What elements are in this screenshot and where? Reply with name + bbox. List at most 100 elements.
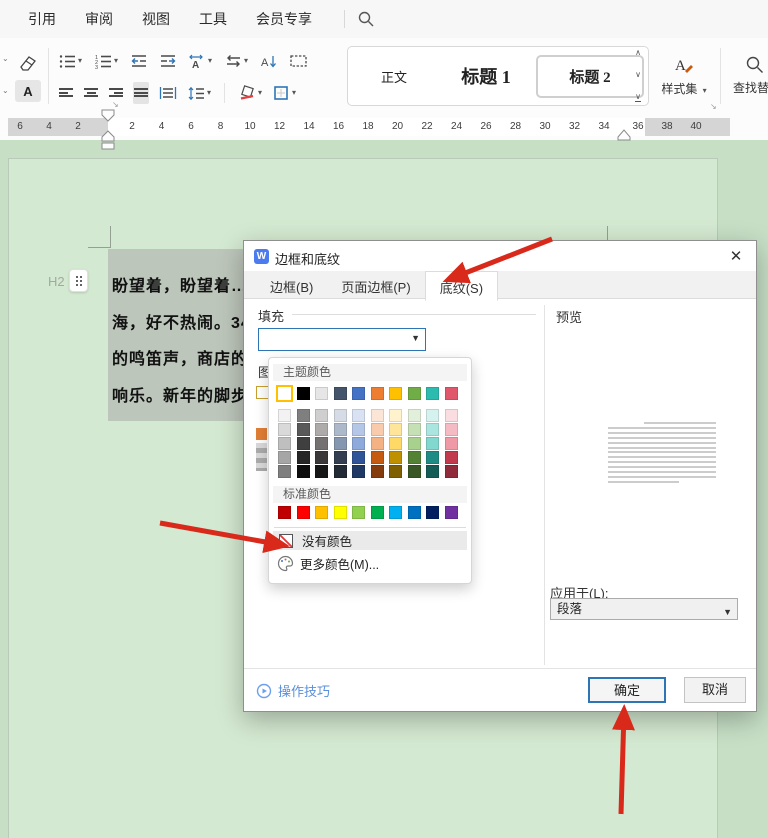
- color-swatch[interactable]: [315, 437, 328, 450]
- color-swatch[interactable]: [278, 451, 291, 464]
- color-swatch[interactable]: [426, 451, 439, 464]
- text-frame-button[interactable]: [289, 50, 308, 72]
- color-swatch[interactable]: [426, 423, 439, 436]
- tips-link[interactable]: 操作技巧: [256, 681, 330, 700]
- gallery-scroll-down-icon[interactable]: ∨: [635, 70, 641, 79]
- color-swatch[interactable]: [389, 437, 402, 450]
- dialog-titlebar[interactable]: W 边框和底纹 ✕: [244, 241, 756, 271]
- line-spacing-button[interactable]: ▾: [187, 82, 212, 104]
- color-swatch[interactable]: [278, 423, 291, 436]
- color-swatch[interactable]: [334, 409, 347, 422]
- color-swatch[interactable]: [278, 437, 291, 450]
- color-swatch[interactable]: [389, 387, 402, 400]
- color-swatch[interactable]: [371, 465, 384, 478]
- style-set-button[interactable]: A 样式集 ▾: [658, 46, 710, 104]
- color-swatch[interactable]: [278, 409, 291, 422]
- decrease-indent-button[interactable]: [130, 50, 148, 72]
- document-text-line[interactable]: 的鸣笛声，商店的: [112, 345, 248, 369]
- gallery-more-icon[interactable]: ∨: [635, 92, 641, 102]
- find-replace-button[interactable]: 查找替: [733, 46, 768, 104]
- color-swatch[interactable]: [334, 437, 347, 450]
- bullet-list-button[interactable]: ▾: [58, 50, 83, 72]
- style-gallery-item[interactable]: 标题 1: [440, 63, 532, 89]
- color-swatch[interactable]: [445, 423, 458, 436]
- swap-text-button[interactable]: ▾: [224, 50, 249, 72]
- justify-button[interactable]: [133, 82, 149, 104]
- search-icon[interactable]: [357, 10, 375, 28]
- color-swatch[interactable]: [408, 451, 421, 464]
- no-color-option[interactable]: 没有颜色: [273, 531, 467, 550]
- style-gallery-item[interactable]: 标题 2: [536, 55, 644, 98]
- highlight-color-button[interactable]: A: [15, 80, 41, 102]
- color-swatch[interactable]: [334, 465, 347, 478]
- paragraph-drag-handle[interactable]: [69, 269, 88, 292]
- color-swatch[interactable]: [352, 506, 365, 519]
- color-swatch[interactable]: [389, 409, 402, 422]
- color-swatch[interactable]: [408, 465, 421, 478]
- color-swatch[interactable]: [334, 451, 347, 464]
- color-swatch[interactable]: [408, 409, 421, 422]
- color-swatch[interactable]: [389, 465, 402, 478]
- dialog-tab[interactable]: 边框(B): [256, 271, 327, 299]
- distribute-button[interactable]: [158, 82, 178, 104]
- color-swatch[interactable]: [297, 465, 310, 478]
- color-swatch[interactable]: [426, 465, 439, 478]
- color-swatch[interactable]: [389, 423, 402, 436]
- color-swatch[interactable]: [408, 437, 421, 450]
- document-text-line[interactable]: 响乐。新年的脚步: [112, 382, 248, 406]
- border-button[interactable]: ▾: [272, 82, 297, 104]
- more-colors-option[interactable]: 更多颜色(M)...: [273, 554, 467, 573]
- color-swatch[interactable]: [389, 506, 402, 519]
- color-swatch[interactable]: [371, 423, 384, 436]
- color-swatch[interactable]: [352, 465, 365, 478]
- chevron-down-icon[interactable]: ⌄: [2, 86, 9, 95]
- color-swatch[interactable]: [371, 387, 384, 400]
- color-swatch[interactable]: [445, 506, 458, 519]
- close-icon[interactable]: ✕: [726, 247, 746, 267]
- color-swatch[interactable]: [334, 387, 347, 400]
- color-swatch[interactable]: [297, 409, 310, 422]
- character-scale-button[interactable]: A ▾: [188, 50, 213, 72]
- color-swatch[interactable]: [426, 409, 439, 422]
- color-swatch[interactable]: [315, 409, 328, 422]
- color-swatch[interactable]: [371, 437, 384, 450]
- fill-color-combobox[interactable]: ▼: [258, 328, 426, 351]
- color-swatch[interactable]: [315, 465, 328, 478]
- color-swatch[interactable]: [334, 506, 347, 519]
- shading-color-button[interactable]: ▾: [237, 82, 263, 104]
- ok-button[interactable]: 确定: [588, 677, 666, 703]
- color-swatch[interactable]: [371, 506, 384, 519]
- color-swatch[interactable]: [297, 423, 310, 436]
- chevron-down-icon[interactable]: ⌄: [2, 54, 9, 63]
- menu-item[interactable]: 会员专享: [256, 9, 312, 29]
- color-swatch[interactable]: [352, 409, 365, 422]
- menu-item[interactable]: 引用: [28, 9, 56, 29]
- color-swatch[interactable]: [352, 423, 365, 436]
- ruler-indent-markers[interactable]: [0, 106, 768, 152]
- color-swatch[interactable]: [352, 387, 365, 400]
- color-swatch[interactable]: [315, 423, 328, 436]
- sort-button[interactable]: A: [260, 50, 278, 72]
- color-swatch[interactable]: [297, 506, 310, 519]
- color-swatch[interactable]: [352, 451, 365, 464]
- menu-item[interactable]: 工具: [199, 9, 227, 29]
- gallery-scroll-up-icon[interactable]: ∧: [635, 48, 641, 57]
- menu-item[interactable]: 视图: [142, 9, 170, 29]
- cancel-button[interactable]: 取消: [684, 677, 746, 703]
- color-swatch[interactable]: [371, 409, 384, 422]
- align-center-button[interactable]: [83, 82, 99, 104]
- color-swatch[interactable]: [278, 465, 291, 478]
- color-swatch[interactable]: [297, 387, 310, 400]
- clear-format-eraser-icon[interactable]: [16, 50, 40, 79]
- color-swatch[interactable]: [315, 387, 328, 400]
- color-swatch[interactable]: [445, 451, 458, 464]
- menu-item[interactable]: 审阅: [85, 9, 113, 29]
- color-swatch[interactable]: [445, 465, 458, 478]
- apply-to-select[interactable]: 段落▼: [550, 598, 738, 620]
- color-swatch[interactable]: [371, 451, 384, 464]
- color-swatch[interactable]: [426, 387, 439, 400]
- color-swatch[interactable]: [426, 437, 439, 450]
- numbered-list-button[interactable]: 123 ▾: [94, 50, 119, 72]
- color-swatch[interactable]: [408, 506, 421, 519]
- dialog-tab[interactable]: 页面边框(P): [327, 271, 424, 299]
